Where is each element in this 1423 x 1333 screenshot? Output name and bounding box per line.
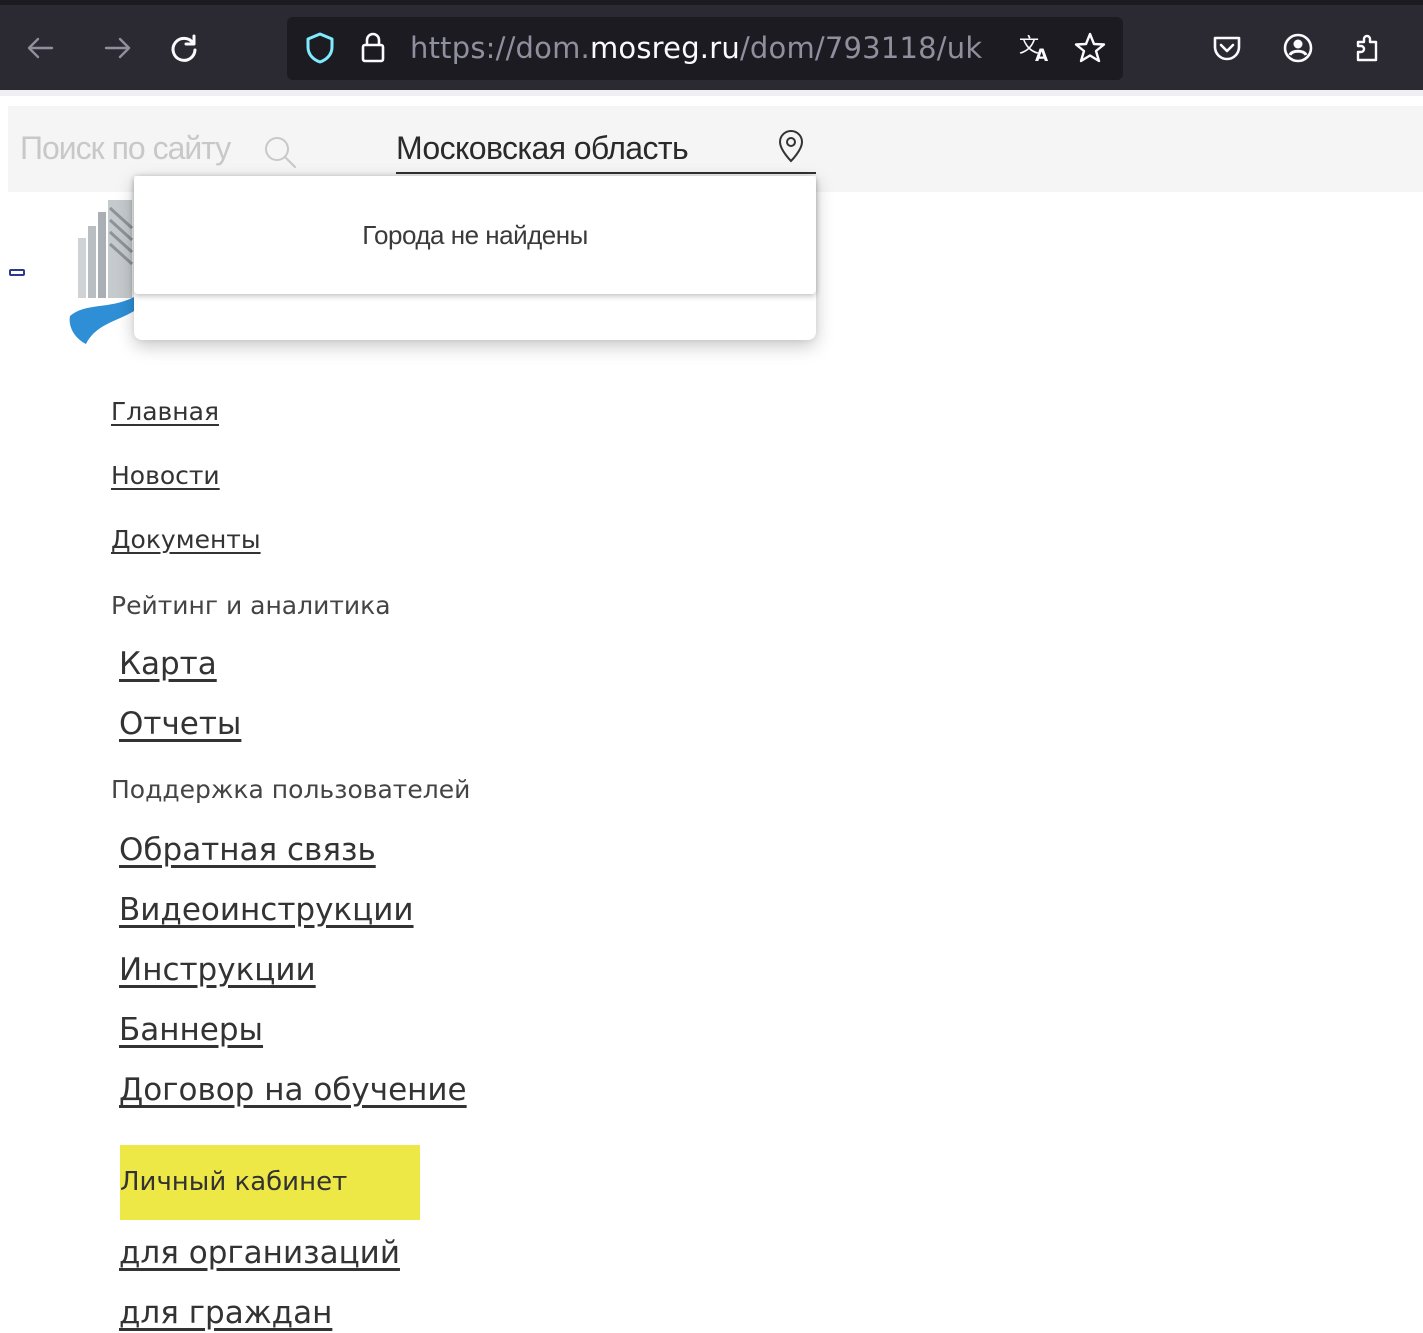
search-icon[interactable]: [260, 132, 300, 172]
star-icon[interactable]: [1073, 31, 1107, 65]
menu-link-home[interactable]: Главная: [111, 397, 219, 426]
no-cities-message: Города не найдены: [362, 220, 588, 250]
menu-link-reports[interactable]: Отчеты: [119, 706, 241, 742]
back-button[interactable]: [18, 26, 62, 70]
extensions-icon[interactable]: [1348, 28, 1388, 68]
shield-icon[interactable]: [304, 31, 336, 65]
pocket-icon[interactable]: [1207, 28, 1247, 68]
menu-link-news[interactable]: Новости: [111, 461, 220, 490]
menu-link-video-instructions[interactable]: Видеоинструкции: [119, 892, 414, 928]
menu-link-feedback[interactable]: Обратная связь: [119, 832, 376, 868]
url-host: mosreg.ru: [589, 31, 740, 65]
collapse-toggle[interactable]: [9, 269, 25, 276]
region-dropdown: Города не найдены: [134, 176, 816, 294]
url-text[interactable]: https://dom.mosreg.ru/dom/793118/uk: [410, 31, 982, 65]
menu-link-map[interactable]: Карта: [119, 646, 217, 682]
menu-link-for-organizations[interactable]: для организаций: [119, 1235, 400, 1271]
arrow-left-icon: [27, 37, 54, 59]
reload-icon: [171, 34, 197, 62]
url-prefix: https://dom.: [410, 31, 590, 65]
region-value: Московская область: [396, 130, 689, 166]
menu-link-instructions[interactable]: Инструкции: [119, 952, 316, 988]
url-path: /dom/793118/uk: [739, 31, 983, 65]
menu-heading-cabinet: Личный кабинет: [120, 1167, 348, 1197]
translate-icon[interactable]: 文 A: [1018, 31, 1054, 65]
svg-text:A: A: [1035, 46, 1049, 65]
menu-link-banners[interactable]: Баннеры: [119, 1012, 263, 1048]
site-search-input[interactable]: [20, 126, 260, 170]
toolbar-separator: [0, 90, 1423, 96]
menu-heading-support: Поддержка пользователей: [111, 775, 471, 804]
region-selector[interactable]: Московская область: [396, 120, 816, 174]
location-pin-icon[interactable]: [776, 130, 806, 164]
personal-cabinet-block: Личный кабинет: [120, 1145, 420, 1220]
account-icon[interactable]: [1278, 28, 1318, 68]
menu-link-documents[interactable]: Документы: [111, 525, 261, 554]
lock-icon[interactable]: [360, 30, 386, 64]
tab-strip-edge: [0, 0, 1423, 5]
arrow-right-icon: [104, 37, 131, 59]
address-bar[interactable]: https://dom.mosreg.ru/dom/793118/uk 文 A: [287, 17, 1123, 80]
reload-button[interactable]: [162, 26, 206, 70]
browser-toolbar: https://dom.mosreg.ru/dom/793118/uk 文 A: [0, 0, 1423, 96]
forward-button[interactable]: [96, 26, 140, 70]
menu-link-for-citizens[interactable]: для граждан: [119, 1295, 332, 1331]
menu-heading-rating: Рейтинг и аналитика: [111, 591, 391, 620]
menu-link-training-contract[interactable]: Договор на обучение: [119, 1072, 467, 1108]
